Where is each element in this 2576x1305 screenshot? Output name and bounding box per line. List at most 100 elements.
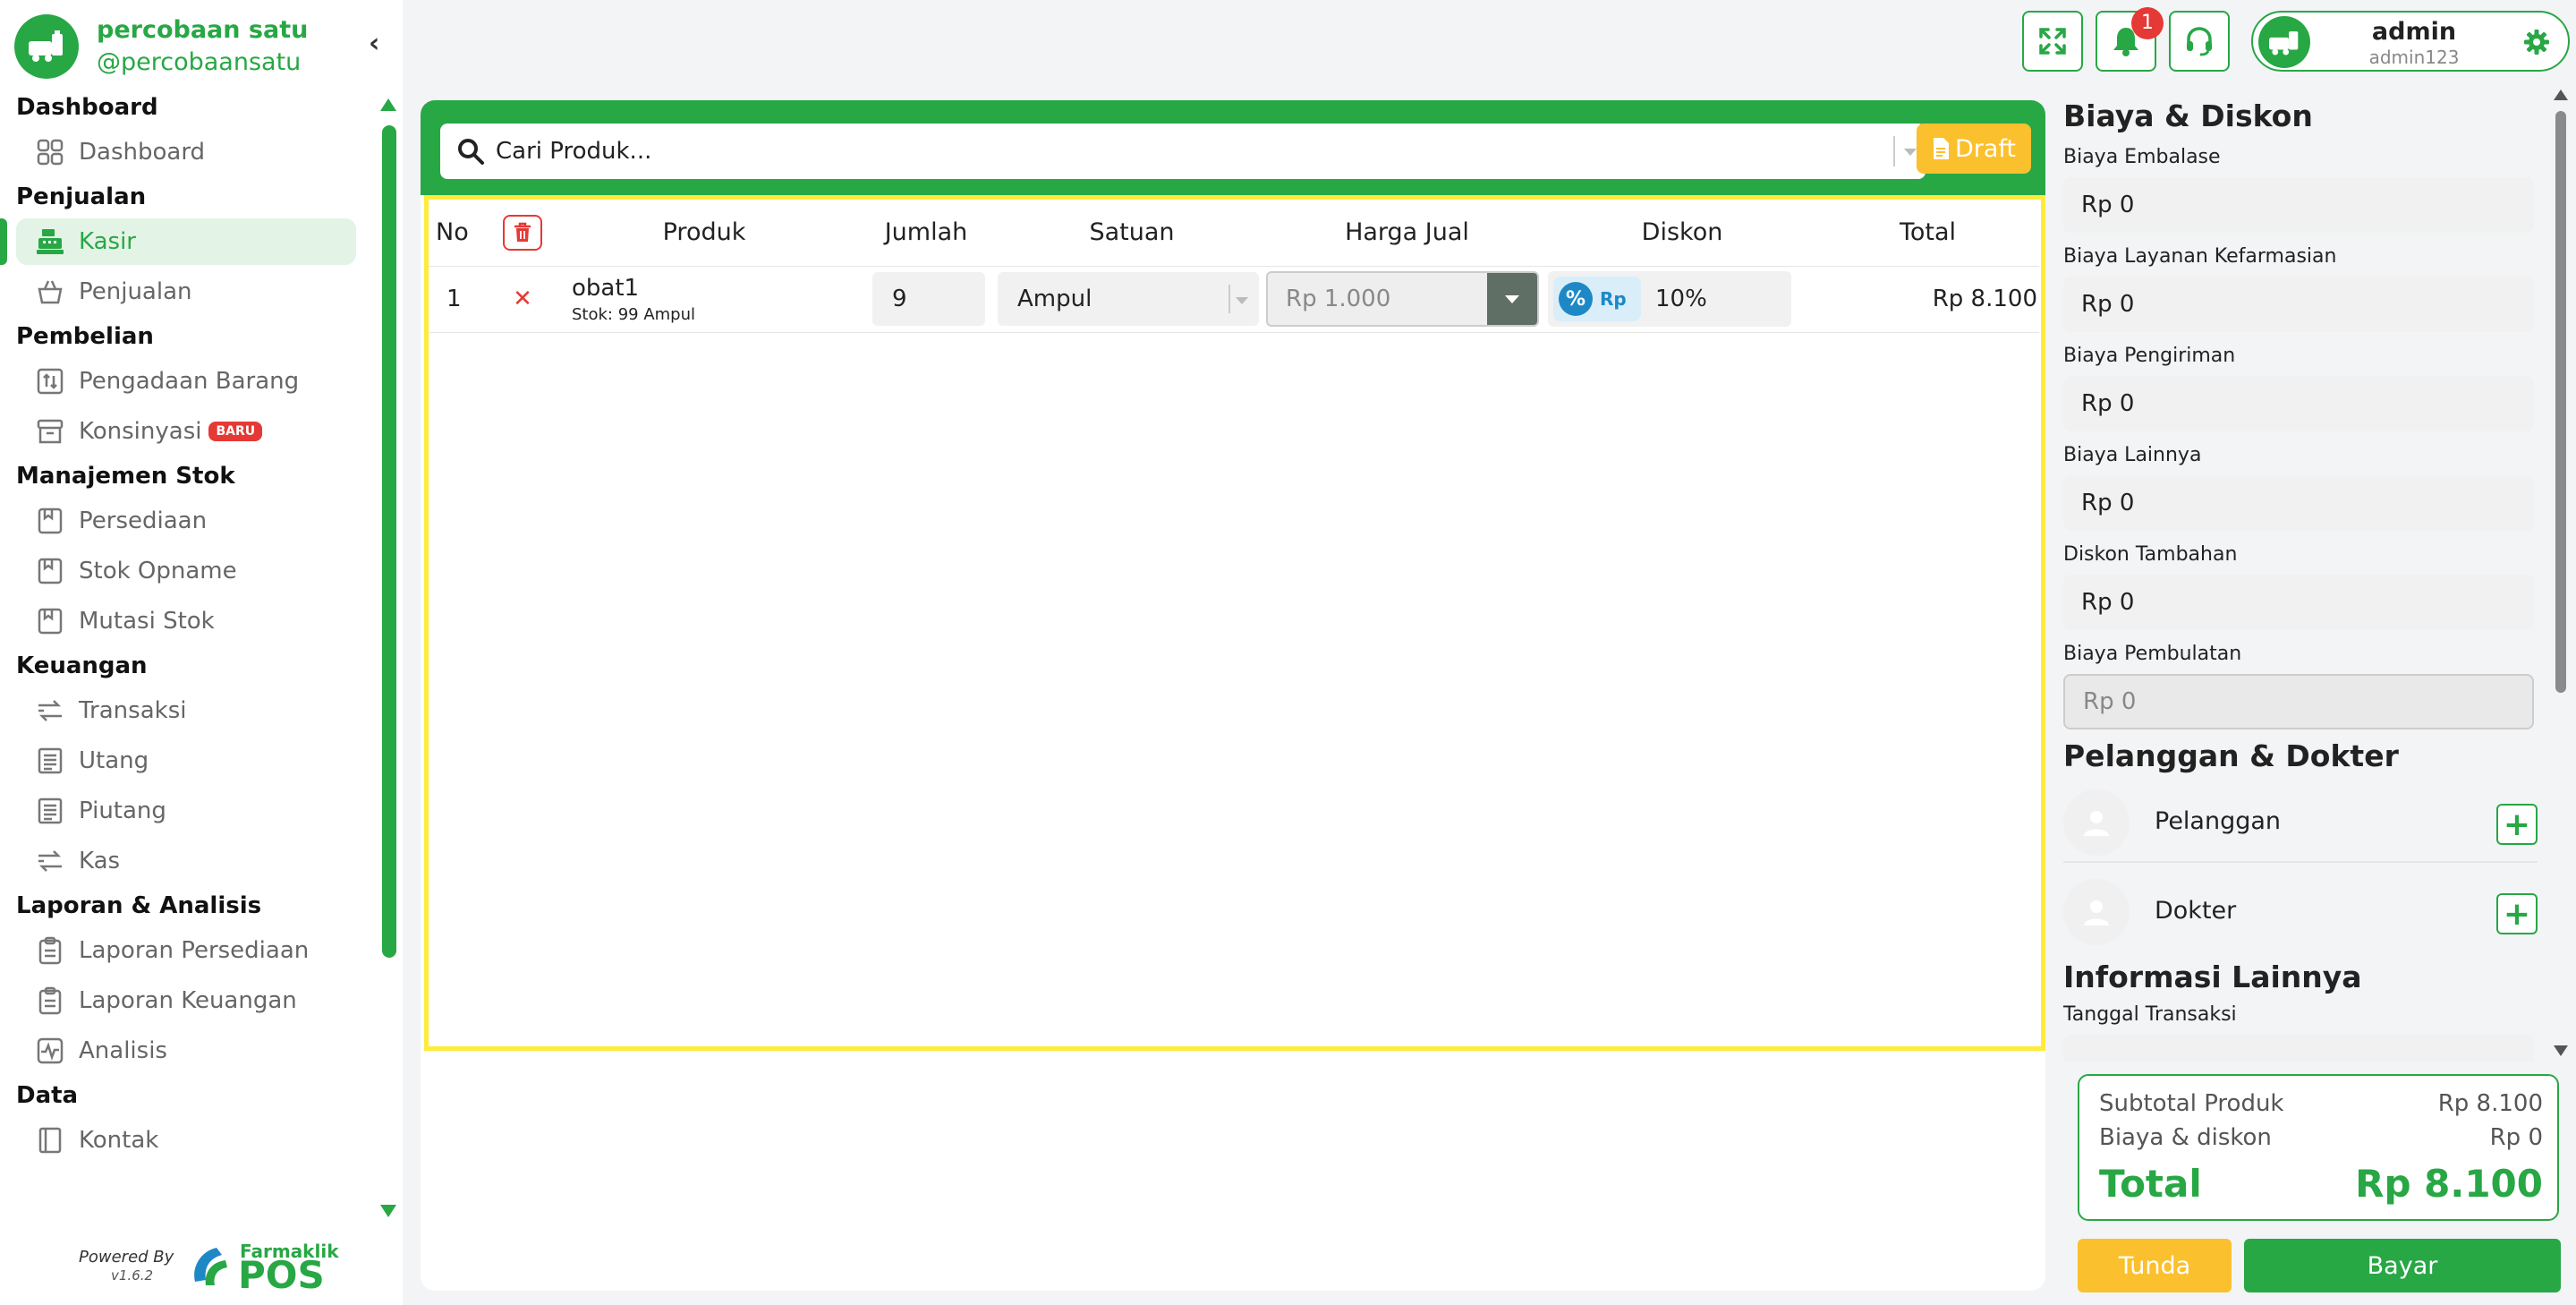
headset-icon [2187, 27, 2212, 56]
sidebar-item-kas[interactable]: Kas [16, 838, 356, 884]
user-id: admin123 [2368, 47, 2460, 68]
inventory-icon [34, 505, 66, 537]
gear-icon[interactable] [2523, 29, 2550, 55]
nav-section-title: Data [16, 1082, 79, 1109]
sidebar-item-transaksi[interactable]: Transaksi [16, 687, 356, 734]
remove-item-close-icon[interactable]: ✕ [491, 266, 554, 333]
fullscreen-button[interactable] [2022, 11, 2083, 72]
sidebar-item-label: Laporan Persediaan [79, 937, 310, 964]
clipboard-icon [34, 934, 66, 967]
fee-input[interactable]: Rp 0 [2063, 475, 2534, 531]
user-avatar [2258, 16, 2310, 68]
sidebar-item-konsinyasi[interactable]: Konsinyasi BARU [16, 408, 356, 455]
customer-row: Pelanggan + [2063, 773, 2538, 863]
fee-input[interactable]: Rp 0 [2063, 277, 2534, 332]
sidebar-item-label: Kas [79, 848, 121, 874]
expand-icon [2039, 28, 2066, 55]
inventory-icon [34, 605, 66, 637]
pharmacy-logo-icon [14, 14, 79, 79]
caret-down-icon [1505, 294, 1519, 303]
sidebar-item-piutang[interactable]: Piutang [16, 788, 356, 834]
discount-type-toggle[interactable]: % Rp [1553, 277, 1641, 321]
unit-select[interactable]: Ampul [998, 272, 1259, 326]
chevron-down-icon[interactable] [1904, 149, 1917, 156]
percent-icon[interactable]: % [1559, 282, 1593, 316]
collapse-sidebar-chevron-left-icon[interactable]: ‹ [369, 30, 379, 57]
sidebar-item-persediaan[interactable]: Persediaan [16, 498, 356, 544]
price-cell: Rp 1.000 [1266, 266, 1548, 333]
add-customer-button[interactable]: + [2496, 804, 2538, 845]
fee-input[interactable]: Rp 0 [2063, 177, 2534, 233]
scroll-up-arrow-icon[interactable] [380, 98, 396, 111]
rupiah-option[interactable]: Rp [1600, 288, 1627, 310]
sidebar-item-dashboard[interactable]: Dashboard [16, 129, 356, 175]
scroll-down-arrow-icon[interactable] [2554, 1045, 2568, 1056]
scroll-thumb[interactable] [2555, 111, 2566, 693]
ledger-icon [34, 795, 66, 827]
unit-cell: Ampul [998, 266, 1266, 333]
sidebar-item-label: Mutasi Stok [79, 608, 215, 635]
scroll-down-arrow-icon[interactable] [380, 1205, 396, 1217]
nav-section-title: Penjualan [16, 183, 147, 210]
brand[interactable]: percobaan satu @percobaansatu [14, 14, 372, 81]
side-panel-scrollbar[interactable] [2552, 90, 2570, 1056]
user-placeholder-icon [2063, 789, 2130, 856]
fees-discount-value: Rp 0 [2489, 1124, 2543, 1151]
sidebar-item-analisis[interactable]: Analisis [16, 1028, 356, 1074]
quantity-input[interactable]: 9 [872, 272, 985, 326]
document-icon [1933, 138, 1949, 159]
notifications-button[interactable]: 1 [2096, 7, 2164, 72]
nav-section-title: Pembelian [16, 323, 154, 350]
price-select[interactable]: Rp 1.000 [1266, 271, 1539, 327]
pharmacy-logo-icon [2269, 31, 2299, 55]
transaction-date-input[interactable] [2063, 1035, 2534, 1062]
doctor-label: Dokter [2155, 897, 2237, 925]
support-button[interactable] [2169, 11, 2230, 72]
product-stock: Stok: 99 Ampul [572, 304, 696, 324]
sidebar-nav: Dashboard Dashboard Penjualan Kasir Penjuala… [0, 90, 376, 1167]
nav-section-title: Manajemen Stok [16, 463, 235, 490]
sidebar-item-utang[interactable]: Utang [16, 738, 356, 784]
price-value: Rp 1.000 [1286, 286, 1391, 312]
add-doctor-button[interactable]: + [2496, 893, 2538, 934]
hold-button[interactable]: Tunda [2078, 1239, 2232, 1292]
price-dropdown-button[interactable] [1487, 273, 1537, 325]
sidebar-item-kasir[interactable]: Kasir [0, 218, 356, 265]
fee-input[interactable]: Rp 0 [2063, 575, 2534, 630]
sidebar-item-laporan-persediaan[interactable]: Laporan Persediaan [16, 927, 356, 974]
product-search-bar: Draft [421, 100, 2045, 195]
col-total: Total [1816, 200, 2039, 267]
sidebar-item-kontak[interactable]: Kontak [16, 1117, 356, 1164]
row-number: 1 [429, 266, 491, 333]
col-no: No [429, 200, 491, 267]
sidebar-item-stok-opname[interactable]: Stok Opname [16, 548, 356, 594]
fee-input[interactable]: Rp 0 [2063, 376, 2534, 431]
scroll-thumb[interactable] [382, 125, 396, 958]
clipboard-icon [34, 985, 66, 1017]
sidebar-item-laporan-keuangan[interactable]: Laporan Keuangan [16, 977, 356, 1024]
product-search-select[interactable] [440, 124, 1926, 179]
draft-label: Draft [1954, 134, 2017, 163]
sidebar-scrollbar[interactable] [378, 98, 399, 1217]
draft-button[interactable]: Draft [1917, 124, 2031, 174]
delete-all-button[interactable] [503, 214, 542, 251]
cart-table-area: No Produk Jumlah Satuan Harga Jual Disko… [424, 195, 2045, 1051]
search-input[interactable] [496, 131, 1838, 172]
version-label: v1.6.2 [111, 1267, 154, 1284]
cart-header-row: No Produk Jumlah Satuan Harga Jual Disko… [429, 200, 2039, 267]
sidebar-item-pengadaan-barang[interactable]: Pengadaan Barang [16, 358, 356, 405]
trash-icon [514, 222, 531, 242]
discount-input[interactable]: % Rp 10% [1548, 271, 1791, 327]
user-menu[interactable]: admin admin123 [2251, 11, 2570, 72]
sidebar-item-label: Analisis [79, 1037, 167, 1064]
sidebar-item-penjualan[interactable]: Penjualan [16, 269, 356, 315]
pay-button[interactable]: Bayar [2244, 1239, 2561, 1292]
basket-icon [34, 276, 66, 308]
discount-value: 10% [1655, 286, 1707, 312]
pulse-chart-icon [34, 1035, 66, 1067]
col-produk: Produk [554, 200, 854, 267]
sidebar-item-mutasi-stok[interactable]: Mutasi Stok [16, 598, 356, 644]
sidebar-item-label: Dashboard [79, 139, 206, 166]
nav-section-title: Keuangan [16, 652, 148, 679]
scroll-up-arrow-icon[interactable] [2554, 90, 2568, 100]
